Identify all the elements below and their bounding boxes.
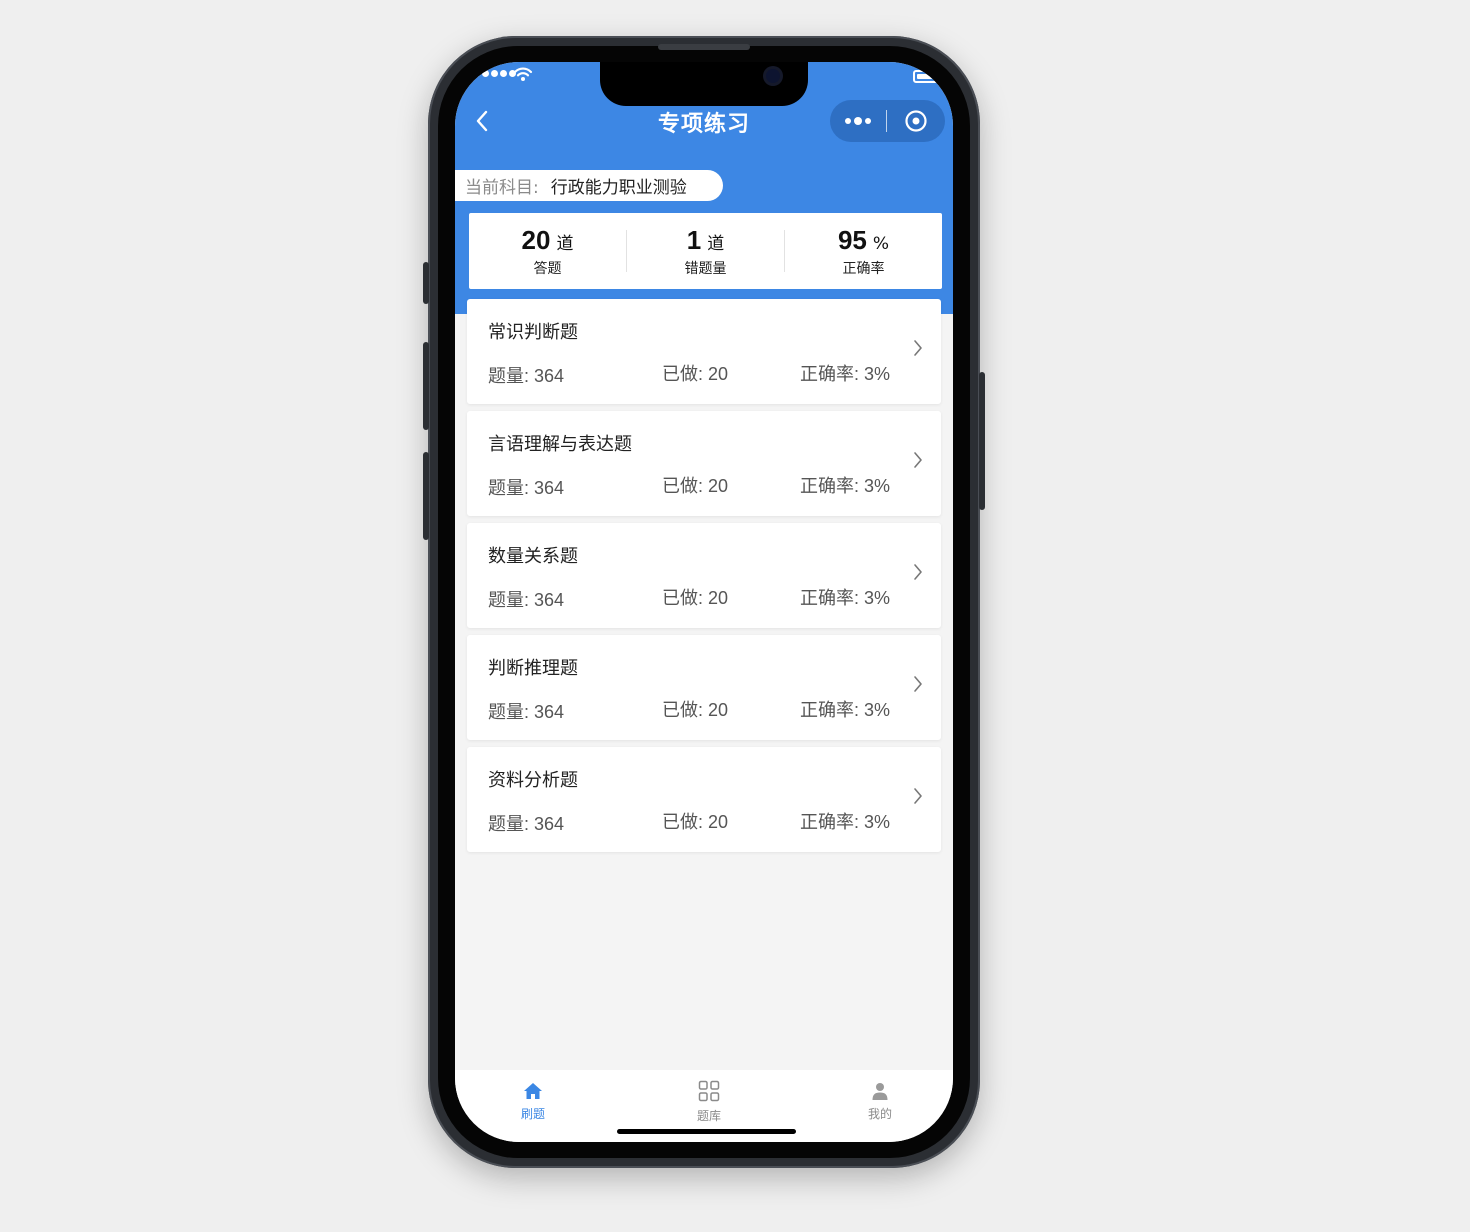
stat-value: 20	[521, 224, 551, 255]
stat-label: 正确率	[842, 260, 885, 277]
category-card[interactable]: 资料分析题 题量: 364 已做: 20 正确率: 3%	[467, 747, 941, 852]
done-count: 已做: 20	[662, 364, 729, 384]
power-button	[979, 372, 985, 510]
tab-question-bank[interactable]: 题库	[659, 1080, 759, 1124]
stat-answered: 20 道 答题	[469, 225, 626, 278]
category-title: 言语理解与表达题	[488, 434, 632, 455]
current-subject[interactable]: 当前科目: 行政能力职业测验	[455, 170, 723, 201]
volume-down-button	[423, 452, 429, 540]
wifi-icon	[513, 66, 533, 86]
category-title: 判断推理题	[488, 658, 578, 679]
target-icon	[905, 110, 927, 132]
done-count: 已做: 20	[662, 700, 729, 720]
signal-icon	[473, 70, 516, 77]
screen: 专项练习 当前科目: 行政能力职业测验 20 道 答题 1 道 错题量 95 %…	[455, 62, 953, 1142]
question-count: 题量: 364	[488, 590, 565, 610]
done-count: 已做: 20	[662, 588, 729, 608]
chevron-right-icon	[914, 788, 922, 804]
tab-label: 题库	[696, 1109, 721, 1123]
category-title: 资料分析题	[488, 770, 578, 791]
volume-up-button	[423, 342, 429, 430]
stat-unit: 道	[556, 233, 574, 254]
stat-label: 错题量	[684, 260, 727, 277]
accuracy-rate: 正确率: 3%	[800, 364, 891, 384]
chevron-right-icon	[914, 452, 922, 468]
question-count: 题量: 364	[488, 366, 565, 386]
question-count: 题量: 364	[488, 478, 565, 498]
stat-accuracy: 95 % 正确率	[785, 225, 942, 278]
chevron-right-icon	[914, 676, 922, 692]
subject-label: 当前科目:	[465, 178, 539, 198]
category-card[interactable]: 数量关系题 题量: 364 已做: 20 正确率: 3%	[467, 523, 941, 628]
category-title: 常识判断题	[488, 322, 578, 343]
stat-unit: 道	[707, 233, 725, 254]
done-count: 已做: 20	[662, 476, 729, 496]
category-card[interactable]: 常识判断题 题量: 364 已做: 20 正确率: 3%	[467, 299, 941, 404]
stat-label: 答题	[533, 260, 562, 277]
camera-icon	[766, 69, 780, 83]
category-list: 常识判断题 题量: 364 已做: 20 正确率: 3% 言语理解与表达题 题量…	[467, 299, 941, 859]
home-icon	[524, 1083, 542, 1099]
accuracy-rate: 正确率: 3%	[800, 812, 891, 832]
more-button[interactable]	[830, 100, 886, 142]
close-miniprogram-button[interactable]	[887, 100, 945, 142]
user-icon	[872, 1083, 888, 1100]
stat-wrong: 1 道 错题量	[627, 225, 784, 278]
question-count: 题量: 364	[488, 814, 565, 834]
category-card[interactable]: 言语理解与表达题 题量: 364 已做: 20 正确率: 3%	[467, 411, 941, 516]
chevron-right-icon	[914, 340, 922, 356]
grid-icon	[698, 1080, 720, 1102]
done-count: 已做: 20	[662, 812, 729, 832]
more-dots-icon	[845, 118, 851, 124]
question-count: 题量: 364	[488, 702, 565, 722]
accuracy-rate: 正确率: 3%	[800, 588, 891, 608]
stat-unit: %	[872, 233, 890, 254]
subject-value: 行政能力职业测验	[550, 178, 687, 198]
stat-value: 95	[837, 224, 867, 255]
tab-label: 我的	[867, 1107, 892, 1121]
tab-bar: 刷题 题库 我的	[455, 1070, 953, 1142]
stats-panel: 20 道 答题 1 道 错题量 95 % 正确率	[469, 213, 942, 289]
category-card[interactable]: 判断推理题 题量: 364 已做: 20 正确率: 3%	[467, 635, 941, 740]
battery-icon	[913, 70, 939, 83]
chevron-right-icon	[914, 564, 922, 580]
tab-practice[interactable]: 刷题	[483, 1082, 583, 1122]
tab-label: 刷题	[520, 1107, 545, 1121]
mute-switch	[423, 262, 429, 304]
accuracy-rate: 正确率: 3%	[800, 700, 891, 720]
miniprogram-capsule	[830, 100, 945, 142]
home-indicator	[617, 1129, 796, 1134]
stat-value: 1	[686, 224, 702, 255]
notch	[600, 62, 808, 106]
accuracy-rate: 正确率: 3%	[800, 476, 891, 496]
speaker-grille	[658, 44, 750, 50]
category-title: 数量关系题	[488, 546, 578, 567]
tab-profile[interactable]: 我的	[830, 1082, 930, 1122]
